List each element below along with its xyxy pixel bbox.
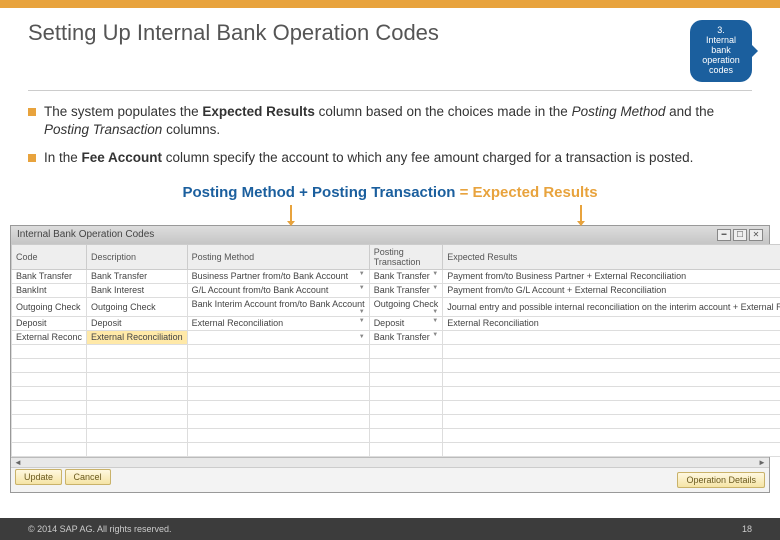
equation: Posting Method + Posting Transaction = E… bbox=[0, 184, 780, 201]
arrow-down-icon bbox=[290, 205, 292, 221]
table-row bbox=[12, 428, 780, 442]
table-row: Outgoing CheckOutgoing CheckBank Interim… bbox=[12, 297, 780, 316]
title-area: Setting Up Internal Bank Operation Codes… bbox=[0, 8, 780, 90]
cancel-button[interactable]: Cancel bbox=[65, 469, 111, 485]
top-accent-bar bbox=[0, 0, 780, 8]
slide-footer: © 2014 SAP AG. All rights reserved. 18 bbox=[0, 518, 780, 540]
bullet-marker bbox=[28, 154, 36, 162]
table-row bbox=[12, 372, 780, 386]
codes-table: Code Description Posting Method Posting … bbox=[11, 244, 780, 457]
col-description[interactable]: Description bbox=[87, 244, 188, 269]
step-indicator: 3. Internal bank operation codes bbox=[690, 20, 752, 82]
table-row: External ReconcExternal ReconciliationBa… bbox=[12, 330, 780, 344]
table-row bbox=[12, 386, 780, 400]
bullet-marker bbox=[28, 108, 36, 116]
arrow-down-icon bbox=[580, 205, 582, 221]
maximize-icon[interactable]: ☐ bbox=[733, 229, 747, 241]
table-row bbox=[12, 400, 780, 414]
col-expected-results[interactable]: Expected Results bbox=[443, 244, 780, 269]
divider bbox=[28, 90, 752, 91]
col-posting-transaction[interactable]: Posting Transaction bbox=[369, 244, 443, 269]
table-row bbox=[12, 442, 780, 456]
table-row bbox=[12, 414, 780, 428]
window-footer: Update Cancel Operation Details bbox=[11, 467, 769, 492]
table-row bbox=[12, 344, 780, 358]
bullet-item: In the Fee Account column specify the ac… bbox=[28, 149, 752, 167]
page-title: Setting Up Internal Bank Operation Codes bbox=[28, 20, 439, 46]
h-scrollbar[interactable]: ◄► bbox=[11, 457, 769, 467]
bullet-list: The system populates the Expected Result… bbox=[0, 103, 780, 168]
close-icon[interactable]: ✕ bbox=[749, 229, 763, 241]
bullet-item: The system populates the Expected Result… bbox=[28, 103, 752, 139]
copyright: © 2014 SAP AG. All rights reserved. bbox=[28, 524, 172, 534]
app-window: Internal Bank Operation Codes ━ ☐ ✕ Code… bbox=[10, 225, 770, 493]
table-row bbox=[12, 358, 780, 372]
pointer-arrows bbox=[0, 205, 780, 225]
minimize-icon[interactable]: ━ bbox=[717, 229, 731, 241]
table-row: DepositDepositExternal ReconciliationDep… bbox=[12, 316, 780, 330]
col-code[interactable]: Code bbox=[12, 244, 87, 269]
table-row: Bank TransferBank TransferBusiness Partn… bbox=[12, 269, 780, 283]
col-posting-method[interactable]: Posting Method bbox=[187, 244, 369, 269]
window-title: Internal Bank Operation Codes bbox=[17, 229, 154, 240]
page-number: 18 bbox=[742, 524, 752, 534]
operation-details-button[interactable]: Operation Details bbox=[677, 472, 765, 488]
update-button[interactable]: Update bbox=[15, 469, 62, 485]
window-titlebar: Internal Bank Operation Codes ━ ☐ ✕ bbox=[11, 226, 769, 244]
table-row: BankIntBank InterestG/L Account from/to … bbox=[12, 283, 780, 297]
